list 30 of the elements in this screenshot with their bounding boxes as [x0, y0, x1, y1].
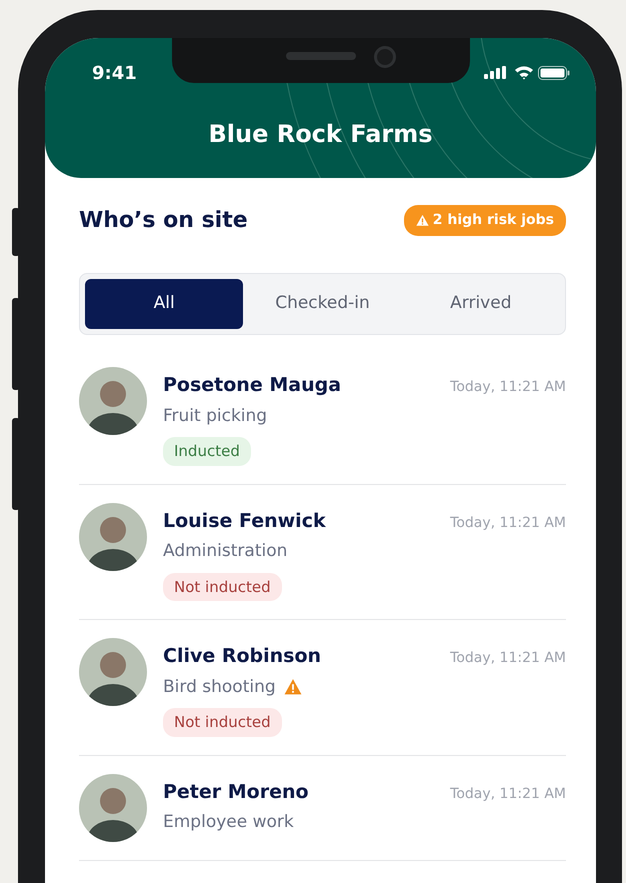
- induction-status: Not inducted: [163, 708, 282, 736]
- check-in-time: Today, 11:21 AM: [450, 649, 566, 668]
- person-row[interactable]: Louise Fenwick Today, 11:21 AM Administration Not inducted: [79, 484, 566, 620]
- check-in-time: Today, 11:21 AM: [450, 784, 566, 804]
- app-title: Blue Rock Farms: [207, 119, 434, 150]
- job-title: Bird shooting: [163, 676, 276, 698]
- person-name: Louise Fenwick: [163, 508, 326, 534]
- job-title: Fruit picking: [163, 404, 268, 428]
- person-row[interactable]: Posetone Mauga Today, 11:21 AM Fruit picking Inducted: [79, 349, 566, 484]
- section-title: Who’s on site: [79, 207, 248, 235]
- wifi-icon: [514, 65, 534, 80]
- warning-icon: [416, 214, 429, 227]
- camera-icon: [374, 46, 396, 68]
- person-name: Posetone Mauga: [163, 373, 342, 398]
- filter-tab[interactable]: Arrived: [402, 279, 560, 329]
- induction-status: Not inducted: [163, 572, 282, 601]
- person-name: Peter Moreno: [163, 780, 309, 804]
- person-row[interactable]: Peter Moreno Today, 11:21 AM Employee work: [79, 756, 566, 860]
- status-time: 9:41: [92, 62, 137, 86]
- person-name: Clive Robinson: [163, 644, 322, 669]
- filter-tab[interactable]: Checked-in: [243, 279, 402, 329]
- battery-icon: [538, 66, 570, 80]
- speaker-grille: [286, 52, 356, 60]
- job-title: Employee work: [163, 811, 294, 834]
- induction-status: Inducted: [163, 437, 251, 466]
- check-in-time: Today, 11:21 AM: [450, 514, 566, 532]
- job-title: Administration: [163, 540, 288, 563]
- person-row[interactable]: Clive Robinson Today, 11:21 AM Bird shooting Not inducted: [79, 620, 566, 756]
- filter-tab[interactable]: All: [85, 279, 244, 329]
- check-in-time: Today, 11:21 AM: [450, 378, 566, 397]
